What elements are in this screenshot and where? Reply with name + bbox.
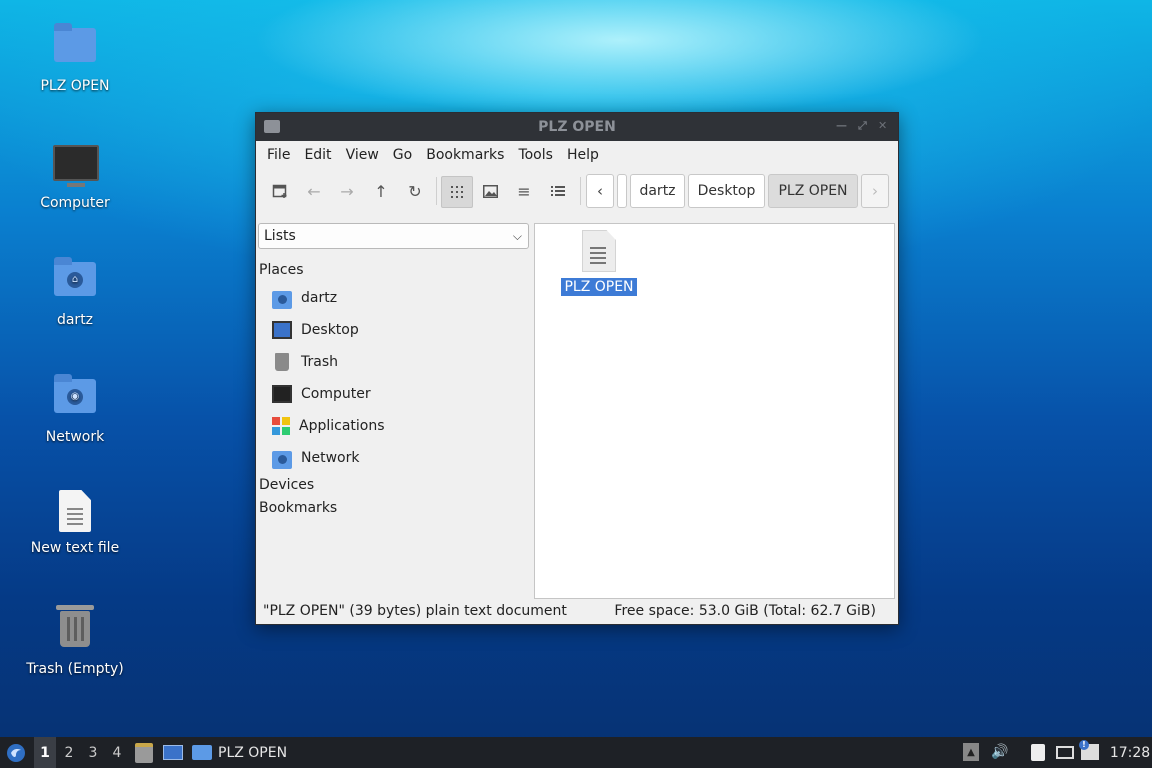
menu-bookmarks[interactable]: Bookmarks: [419, 147, 511, 163]
file-manager-window: PLZ OPEN — ⤢ ✕ File Edit View Go Bookmar…: [255, 112, 899, 625]
file-manager-launcher-icon[interactable]: [134, 737, 154, 768]
menu-view[interactable]: View: [339, 147, 386, 163]
workspace-1[interactable]: 1: [34, 737, 56, 768]
menu-go[interactable]: Go: [386, 147, 419, 163]
network-folder-icon: ◉: [53, 374, 97, 423]
sidebar-mode-label: Lists: [264, 228, 296, 244]
window-title: PLZ OPEN: [538, 119, 616, 135]
volume-icon[interactable]: 🔊: [991, 743, 1009, 761]
desktop-icon-label: Trash (Empty): [26, 661, 124, 677]
menu-file[interactable]: File: [260, 147, 297, 163]
sidebar-item-trash[interactable]: Trash: [272, 349, 338, 375]
sidebar-item-label: dartz: [301, 290, 338, 306]
file-item-plz-open[interactable]: PLZ OPEN: [559, 230, 639, 296]
maximize-icon[interactable]: ⤢: [858, 119, 867, 133]
clock[interactable]: 17:28: [1110, 737, 1150, 768]
desktop-icon-dartz[interactable]: ⌂ dartz: [20, 256, 130, 328]
breadcrumb-dartz[interactable]: dartz: [630, 174, 685, 208]
network-status-icon[interactable]: [1056, 743, 1074, 761]
menubar: File Edit View Go Bookmarks Tools Help: [256, 141, 898, 169]
computer-icon: [53, 145, 99, 189]
workspace-4[interactable]: 4: [106, 737, 128, 768]
sidebar-item-desktop[interactable]: Desktop: [272, 317, 359, 343]
desktop-icon: [272, 321, 292, 339]
detailed-list-view-icon[interactable]: [543, 176, 573, 206]
computer-icon: [272, 385, 292, 403]
menu-edit[interactable]: Edit: [297, 147, 338, 163]
bookmarks-header[interactable]: Bookmarks: [259, 500, 337, 516]
desktop-icon-trash[interactable]: Trash (Empty): [20, 605, 130, 677]
back-arrow-icon[interactable]: ←: [299, 176, 329, 206]
desktop-icon-label: Network: [45, 429, 105, 445]
trash-icon: [53, 605, 97, 655]
breadcrumb-plz-open[interactable]: PLZ OPEN: [768, 174, 858, 208]
home-folder-icon: ⌂: [53, 257, 97, 306]
titlebar[interactable]: PLZ OPEN — ⤢ ✕: [256, 113, 898, 141]
breadcrumb-forward-icon[interactable]: ›: [861, 174, 889, 208]
sidebar: Lists ⌵ Places dartz Desktop Trash Compu…: [258, 223, 531, 599]
desktop-icon-new-text-file[interactable]: New text file: [20, 490, 130, 556]
menu-help[interactable]: Help: [560, 147, 606, 163]
sidebar-item-label: Applications: [299, 418, 385, 434]
show-desktop-icon[interactable]: [162, 737, 184, 768]
desktop-icon-label: Computer: [40, 195, 110, 211]
sidebar-item-dartz[interactable]: dartz: [272, 285, 337, 311]
file-item-label: PLZ OPEN: [561, 278, 637, 296]
desktop-icon-plz-open[interactable]: PLZ OPEN: [20, 22, 130, 94]
sidebar-item-label: Computer: [301, 386, 371, 402]
home-folder-icon: [272, 291, 292, 309]
sidebar-item-applications[interactable]: Applications: [272, 413, 385, 439]
thumbnail-view-icon[interactable]: [475, 176, 505, 206]
notification-area-icon[interactable]: ▲: [962, 743, 980, 761]
breadcrumb-desktop[interactable]: Desktop: [688, 174, 765, 208]
minimize-icon[interactable]: —: [836, 119, 847, 132]
network-icon: [272, 451, 292, 469]
statusbar: "PLZ OPEN" (39 bytes) plain text documen…: [256, 600, 896, 624]
sidebar-item-network[interactable]: Network: [272, 445, 359, 471]
sidebar-item-label: Network: [301, 450, 360, 466]
update-notifier-icon[interactable]: !: [1079, 740, 1099, 761]
sidebar-item-computer[interactable]: Computer: [272, 381, 371, 407]
forward-arrow-icon[interactable]: →: [332, 176, 362, 206]
compact-view-icon[interactable]: ≡: [509, 176, 539, 206]
text-file-icon: [53, 490, 97, 534]
devices-header[interactable]: Devices: [259, 477, 314, 493]
folder-icon: [53, 23, 97, 72]
folder-icon: [192, 745, 212, 760]
status-selection-info: "PLZ OPEN" (39 bytes) plain text documen…: [263, 603, 567, 619]
breadcrumb-back-icon[interactable]: ‹: [586, 174, 614, 208]
workspace-2[interactable]: 2: [58, 737, 80, 768]
file-view[interactable]: PLZ OPEN: [534, 223, 895, 599]
desktop-icon-label: dartz: [56, 312, 94, 328]
places-header[interactable]: Places: [259, 262, 304, 278]
desktop-icon-label: PLZ OPEN: [40, 78, 110, 94]
clipboard-icon[interactable]: [1029, 743, 1047, 761]
sidebar-mode-select[interactable]: Lists ⌵: [258, 223, 529, 249]
reload-icon[interactable]: ↻: [400, 176, 430, 206]
icon-view-icon[interactable]: [441, 176, 473, 208]
sidebar-item-label: Trash: [301, 354, 338, 370]
desktop-icon-label: New text file: [30, 540, 120, 556]
task-label: PLZ OPEN: [218, 744, 288, 761]
desktop-icon-network[interactable]: ◉ Network: [20, 373, 130, 445]
text-file-icon: [582, 230, 616, 272]
toolbar: ← → ↑ ↻ ≡ ‹ dartz Desktop PLZ OPEN ›: [256, 169, 898, 211]
taskbar: 1 2 3 4 PLZ OPEN ▲ 🔊 ! 17:28: [0, 737, 1152, 768]
close-icon[interactable]: ✕: [878, 119, 887, 132]
desktop-icon-computer[interactable]: Computer: [20, 139, 130, 211]
status-free-space: Free space: 53.0 GiB (Total: 62.7 GiB): [614, 603, 876, 619]
up-arrow-icon[interactable]: ↑: [366, 176, 396, 206]
trash-icon: [275, 353, 289, 371]
chevron-down-icon: ⌵: [512, 229, 522, 243]
sidebar-item-label: Desktop: [301, 322, 359, 338]
menu-tools[interactable]: Tools: [511, 147, 560, 163]
new-tab-icon[interactable]: [265, 176, 295, 206]
task-button-plz-open[interactable]: PLZ OPEN: [192, 737, 292, 768]
breadcrumb-root[interactable]: [617, 174, 627, 208]
start-menu-icon[interactable]: [4, 737, 28, 768]
workspace-3[interactable]: 3: [82, 737, 104, 768]
applications-icon: [272, 417, 290, 435]
